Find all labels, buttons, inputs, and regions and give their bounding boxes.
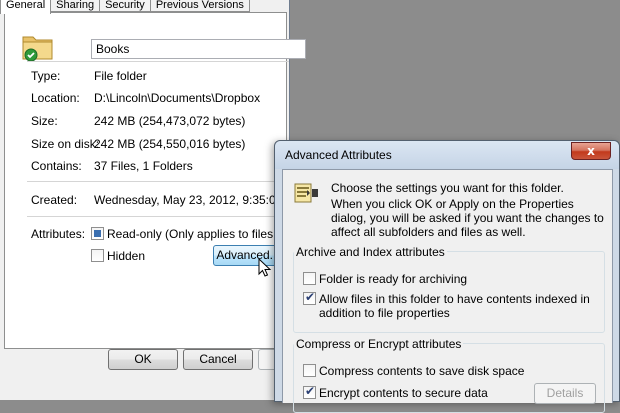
divider <box>27 181 289 182</box>
indexing-checkbox[interactable] <box>303 290 316 305</box>
location-value: D:\Lincoln\Documents\Dropbox <box>94 91 261 105</box>
size-on-disk-label: Size on disk: <box>31 137 100 151</box>
indexing-label: Allow files in this folder to have conte… <box>319 292 590 320</box>
size-on-disk-value: 242 MB (254,550,016 bytes) <box>94 137 246 151</box>
tab-general[interactable]: General <box>0 0 52 14</box>
type-label: Type: <box>31 69 61 83</box>
advanced-button[interactable]: Advanced... <box>213 245 283 266</box>
advanced-attributes-dialog: Advanced Attributes x Choose the setting… <box>274 140 620 413</box>
details-button[interactable]: Details <box>534 383 596 404</box>
folder-archiving-checkbox[interactable] <box>303 272 316 285</box>
archive-index-group: Archive and Index attributes Folder is r… <box>293 245 605 333</box>
divider <box>27 216 289 217</box>
compress-checkbox[interactable] <box>303 364 316 377</box>
contains-value: 37 Files, 1 Folders <box>94 159 193 173</box>
type-value: File folder <box>94 69 147 83</box>
folder-settings-icon <box>294 183 318 203</box>
size-value: 242 MB (254,473,072 bytes) <box>94 114 246 128</box>
hidden-checkbox[interactable] <box>91 249 104 262</box>
intro-text: Choose the settings you want for this fo… <box>331 181 564 195</box>
close-icon: x <box>587 144 595 158</box>
readonly-checkbox[interactable] <box>91 227 104 240</box>
compress-encrypt-group-title: Compress or Encrypt attributes <box>294 337 464 351</box>
size-label: Size: <box>31 114 58 128</box>
cancel-button[interactable]: Cancel <box>183 349 253 370</box>
compress-label: Compress contents to save disk space <box>319 364 525 378</box>
tab-previous-versions[interactable]: Previous Versions <box>149 0 250 12</box>
folder-name-input[interactable] <box>91 39 306 59</box>
encrypt-label: Encrypt contents to secure data <box>319 386 488 400</box>
hidden-label: Hidden <box>107 249 146 263</box>
divider <box>27 61 289 62</box>
close-button[interactable]: x <box>571 142 611 160</box>
contains-label: Contains: <box>31 159 82 173</box>
tab-sharing[interactable]: Sharing <box>50 0 101 12</box>
folder-archiving-label: Folder is ready for archiving <box>319 272 468 286</box>
compress-encrypt-group: Compress or Encrypt attributes Compress … <box>293 337 605 413</box>
dialog-titlebar[interactable]: Advanced Attributes x <box>275 141 619 169</box>
dialog-title: Advanced Attributes <box>285 148 392 162</box>
intro-description: When you click OK or Apply on the Proper… <box>331 197 604 239</box>
created-value: Wednesday, May 23, 2012, 9:35:02 AM <box>94 193 304 207</box>
encrypt-checkbox[interactable] <box>303 384 316 399</box>
properties-tab-strip: General Sharing Security Previous Versio… <box>0 0 250 14</box>
general-tab-panel: Type: File folder Location: D:\Lincoln\D… <box>4 12 323 349</box>
dialog-client-area: Choose the settings you want for this fo… <box>282 169 613 413</box>
folder-shared-icon <box>22 36 53 62</box>
mouse-pointer-icon <box>258 258 272 277</box>
tab-security[interactable]: Security <box>99 0 151 12</box>
archive-index-group-title: Archive and Index attributes <box>294 245 447 259</box>
location-label: Location: <box>31 91 80 105</box>
folder-properties-window: General Sharing Security Previous Versio… <box>0 0 328 400</box>
ok-button[interactable]: OK <box>108 349 178 370</box>
created-label: Created: <box>31 193 78 207</box>
attributes-label: Attributes: <box>31 227 86 241</box>
